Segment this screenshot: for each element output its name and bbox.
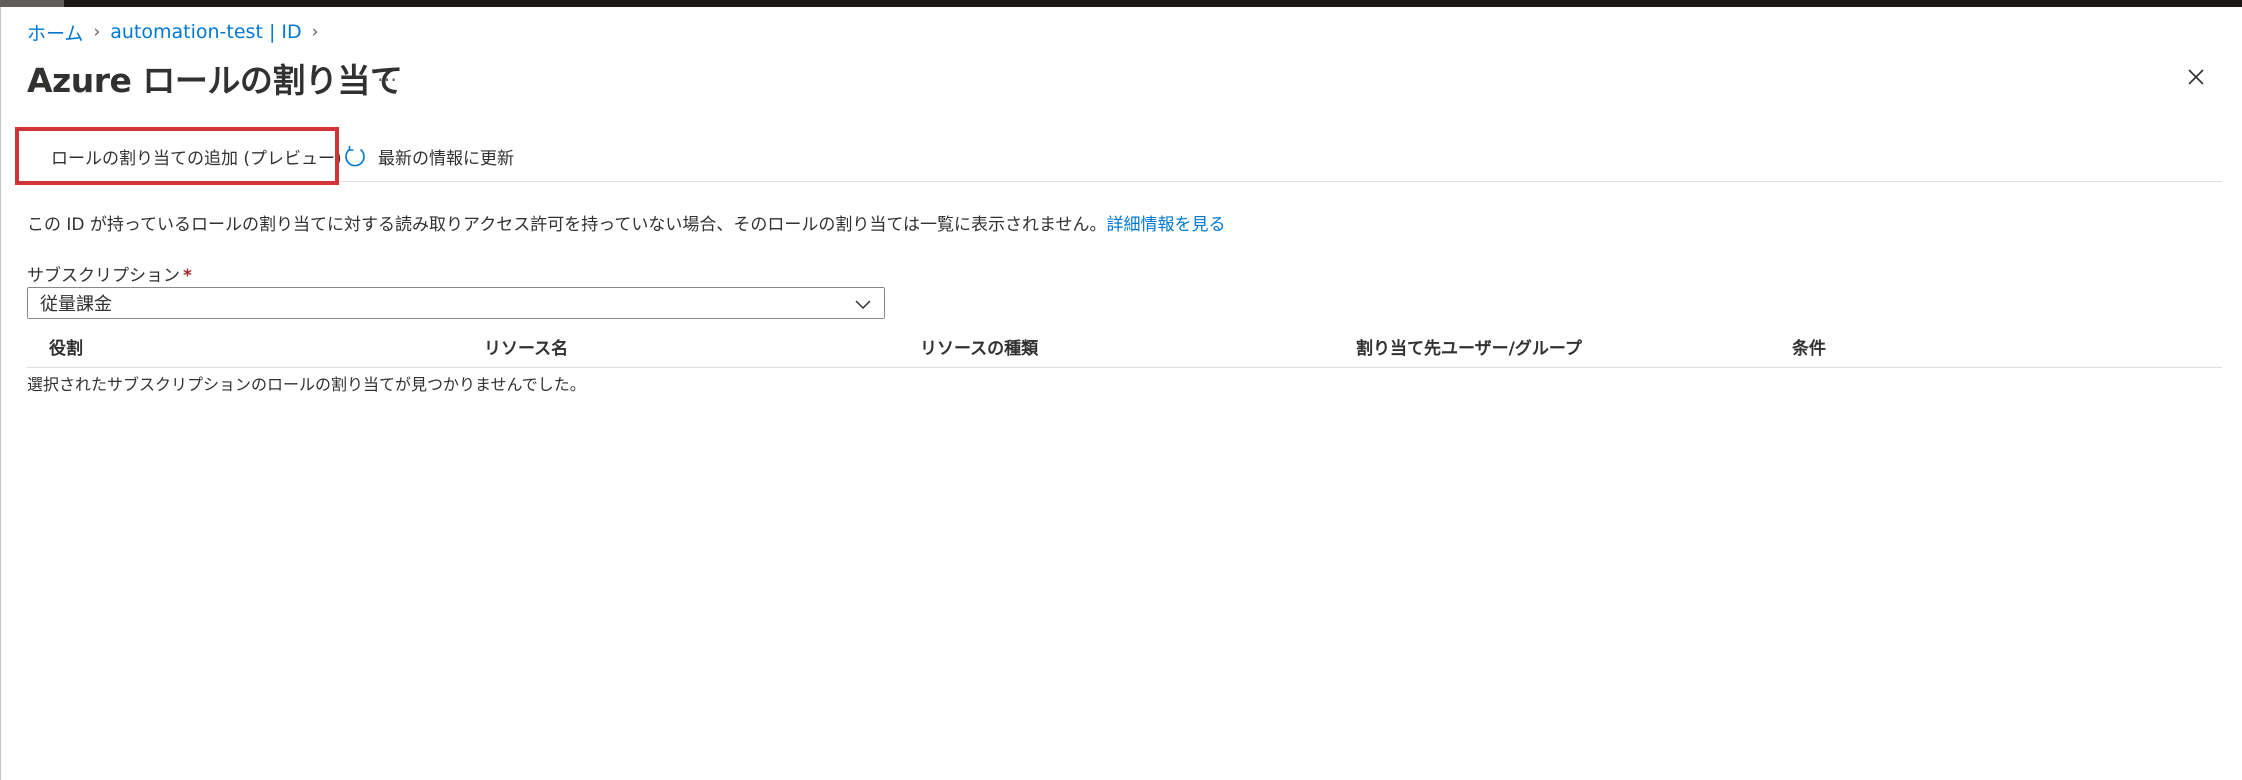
column-header-assigned-to[interactable]: 割り当て先ユーザー/グループ bbox=[1356, 326, 1582, 367]
browser-top-bar bbox=[0, 0, 2242, 7]
column-header-resource-type[interactable]: リソースの種類 bbox=[920, 326, 1038, 367]
breadcrumb: ホーム › automation-test | ID › bbox=[27, 19, 328, 46]
close-icon[interactable] bbox=[2184, 65, 2208, 89]
add-role-assignment-label: ロールの割り当ての追加 (プレビュー) bbox=[51, 148, 342, 169]
learn-more-link[interactable]: 詳細情報を見る bbox=[1107, 215, 1226, 235]
refresh-label: 最新の情報に更新 bbox=[378, 148, 514, 169]
table-header: 役割 リソース名 リソースの種類 割り当て先ユーザー/グループ 条件 bbox=[27, 326, 2222, 368]
add-role-assignment-button[interactable]: ロールの割り当ての追加 (プレビュー) bbox=[15, 127, 342, 185]
command-bar: ロールの割り当ての追加 (プレビュー) 最新の情報に更新 bbox=[15, 127, 2222, 185]
column-header-role[interactable]: 役割 bbox=[49, 326, 83, 367]
subscription-selected-value: 従量課金 bbox=[40, 294, 112, 315]
browser-tab[interactable] bbox=[0, 0, 64, 7]
refresh-icon bbox=[345, 146, 365, 167]
breadcrumb-resource-link[interactable]: automation-test | ID bbox=[110, 21, 301, 43]
refresh-button[interactable]: 最新の情報に更新 bbox=[343, 131, 514, 181]
subscription-dropdown[interactable]: 従量課金 bbox=[27, 287, 885, 319]
breadcrumb-home-link[interactable]: ホーム bbox=[27, 19, 83, 46]
subscription-label: サブスクリプション * bbox=[27, 261, 192, 286]
required-mark: * bbox=[183, 266, 192, 286]
column-header-condition[interactable]: 条件 bbox=[1792, 326, 1826, 367]
column-header-resource-name[interactable]: リソース名 bbox=[484, 326, 568, 367]
subscription-label-text: サブスクリプション bbox=[27, 266, 180, 286]
chevron-right-icon: › bbox=[93, 22, 101, 42]
info-text: この ID が持っているロールの割り当てに対する読み取りアクセス許可を持っていな… bbox=[27, 215, 1107, 235]
more-icon[interactable]: … bbox=[377, 62, 398, 86]
chevron-right-icon: › bbox=[311, 22, 319, 42]
info-message: この ID が持っているロールの割り当てに対する読み取りアクセス許可を持っていな… bbox=[27, 210, 1226, 235]
empty-state-message: 選択されたサブスクリプションのロールの割り当てが見つかりませんでした。 bbox=[27, 375, 586, 394]
left-border bbox=[0, 7, 1, 780]
page-title: Azure ロールの割り当て bbox=[27, 61, 403, 100]
chevron-down-icon bbox=[855, 300, 871, 310]
